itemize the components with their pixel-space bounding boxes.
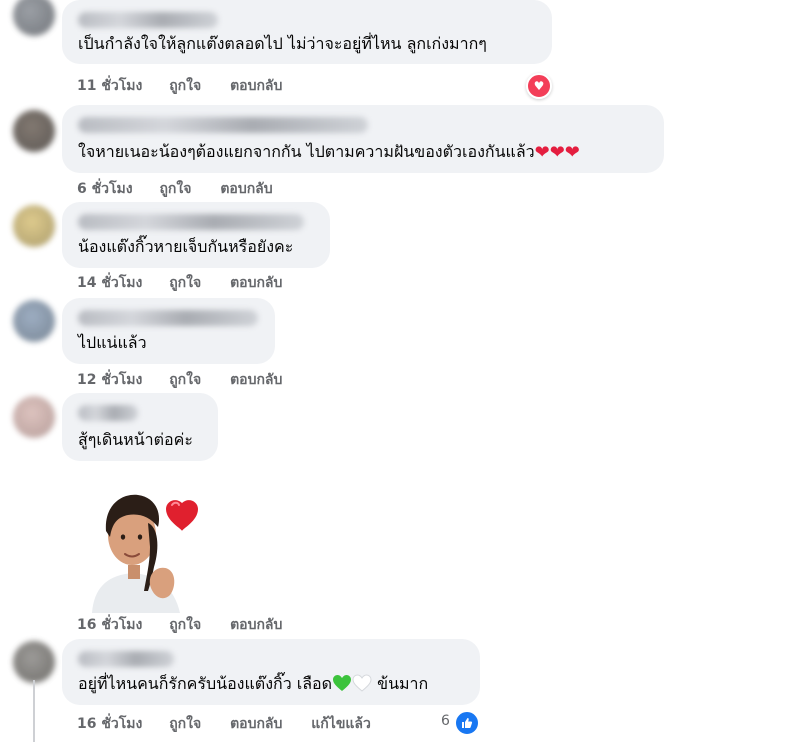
blurred-author-name[interactable]	[78, 651, 174, 667]
avatar[interactable]	[13, 205, 55, 247]
like-count[interactable]: 6	[441, 713, 450, 729]
blurred-author-name[interactable]	[78, 214, 304, 230]
comment-bubble: ใจหายเนอะน้องๆต้องแยกจากกัน ไปตามความฝัน…	[62, 105, 664, 173]
comment-bubble: อยู่ที่ไหนคนก็รักครับน้องแต๊งกิ๊ว เลือด …	[62, 639, 480, 705]
avatar[interactable]	[13, 641, 55, 683]
reply-link[interactable]: ตอบกลับ	[230, 275, 282, 291]
comment-time[interactable]: 16 ชั่วโมง	[77, 716, 142, 732]
like-link[interactable]: ถูกใจ	[169, 78, 201, 94]
thread-line	[33, 680, 35, 742]
comment-bubble: ไปแน่แล้ว	[62, 298, 275, 364]
comment-actions: 12 ชั่วโมง ถูกใจ ตอบกลับ	[77, 369, 306, 391]
comment-text-body: ใจหายเนอะน้องๆต้องแยกจากกัน ไปตามความฝัน…	[78, 142, 535, 161]
comment-actions: 6 ชั่วโมง ถูกใจ ตอบกลับ	[77, 178, 297, 200]
blurred-author-name[interactable]	[78, 117, 368, 133]
comment-actions: 11 ชั่วโมง ถูกใจ ตอบกลับ	[77, 75, 306, 97]
avatar-heart-sticker	[92, 494, 198, 613]
reply-link[interactable]: ตอบกลับ	[230, 617, 282, 633]
edited-label: แก้ไขแล้ว	[311, 716, 371, 732]
like-link[interactable]: ถูกใจ	[169, 617, 201, 633]
reply-link[interactable]: ตอบกลับ	[230, 716, 282, 732]
like-link[interactable]: ถูกใจ	[169, 372, 201, 388]
reply-link[interactable]: ตอบกลับ	[230, 78, 282, 94]
blurred-author-name[interactable]	[78, 405, 138, 421]
reply-link[interactable]: ตอบกลับ	[220, 181, 272, 197]
love-reaction-icon[interactable]: ♥	[526, 73, 552, 99]
comment-text: อยู่ที่ไหนคนก็รักครับน้องแต๊งกิ๊ว เลือด …	[78, 673, 428, 695]
comment-bubble: สู้ๆเดินหน้าต่อค่ะ	[62, 393, 218, 461]
avatar[interactable]	[13, 0, 55, 36]
green-heart-emoji-icon	[333, 675, 352, 691]
like-link[interactable]: ถูกใจ	[169, 275, 201, 291]
comment-bubble: เป็นกำลังใจให้ลูกแต๊งตลอดไป ไม่ว่าจะอยู่…	[62, 0, 552, 64]
comment-time[interactable]: 11 ชั่วโมง	[77, 78, 142, 94]
comment-time[interactable]: 12 ชั่วโมง	[77, 372, 142, 388]
comment-time[interactable]: 16 ชั่วโมง	[77, 617, 142, 633]
comment-text: เป็นกำลังใจให้ลูกแต๊งตลอดไป ไม่ว่าจะอยู่…	[78, 34, 487, 53]
comment-text: ใจหายเนอะน้องๆต้องแยกจากกัน ไปตามความฝัน…	[78, 141, 580, 163]
avatar[interactable]	[13, 300, 55, 342]
comment-text-body: อยู่ที่ไหนคนก็รักครับน้องแต๊งกิ๊ว เลือด	[78, 674, 333, 693]
like-reaction-icon[interactable]	[454, 710, 480, 736]
comment-time[interactable]: 6 ชั่วโมง	[77, 181, 133, 197]
heart-emoji-icon: ❤❤❤	[534, 142, 580, 163]
reply-link[interactable]: ตอบกลับ	[230, 372, 282, 388]
comment-text: น้องแต๊งกิ๊วหายเจ็บกันหรือยังคะ	[78, 237, 294, 256]
blurred-author-name[interactable]	[78, 12, 218, 28]
blurred-author-name[interactable]	[78, 310, 258, 326]
comment-actions: 16 ชั่วโมง ถูกใจ ตอบกลับ แก้ไขแล้ว	[77, 713, 395, 735]
white-heart-emoji-icon	[352, 674, 372, 692]
comment-actions: 14 ชั่วโมง ถูกใจ ตอบกลับ	[77, 272, 306, 294]
avatar[interactable]	[13, 396, 55, 438]
comment-bubble: น้องแต๊งกิ๊วหายเจ็บกันหรือยังคะ	[62, 202, 330, 268]
comment-actions: 16 ชั่วโมง ถูกใจ ตอบกลับ	[77, 614, 306, 636]
comment-text-tail: ข้นมาก	[377, 674, 429, 693]
comment-time[interactable]: 14 ชั่วโมง	[77, 275, 142, 291]
like-link[interactable]: ถูกใจ	[159, 181, 191, 197]
comment-text: สู้ๆเดินหน้าต่อค่ะ	[78, 430, 193, 449]
like-link[interactable]: ถูกใจ	[169, 716, 201, 732]
comment-text: ไปแน่แล้ว	[78, 333, 147, 352]
avatar[interactable]	[13, 110, 55, 152]
